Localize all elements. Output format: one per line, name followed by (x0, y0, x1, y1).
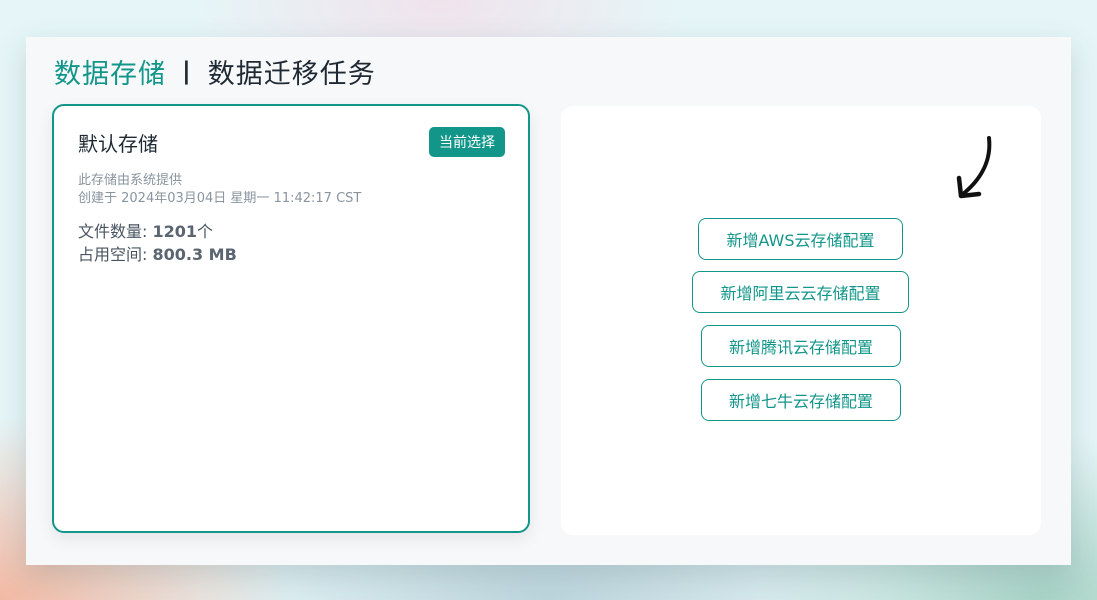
card-title: 默认存储 (78, 132, 158, 156)
add-aws-storage-button[interactable]: 新增AWS云存储配置 (698, 218, 903, 260)
add-aliyun-storage-button[interactable]: 新增阿里云云存储配置 (692, 271, 909, 313)
storage-stats: 文件数量: 1201个 占用空间: 800.3 MB (78, 220, 237, 266)
add-storage-card: 新增AWS云存储配置 新增阿里云云存储配置 新增腾讯云存储配置 新增七牛云存储配… (561, 106, 1041, 535)
arrow-down-left-icon (956, 136, 992, 199)
file-count-value: 1201 (152, 222, 198, 241)
current-selection-badge: 当前选择 (429, 127, 505, 157)
tab-data-storage[interactable]: 数据存储 (54, 52, 166, 91)
app-window: 数据存储 | 数据迁移任务 默认存储 当前选择 此存储由系统提供 创建于 202… (26, 37, 1071, 565)
add-tencent-storage-button[interactable]: 新增腾讯云存储配置 (701, 325, 901, 367)
default-storage-card[interactable]: 默认存储 当前选择 此存储由系统提供 创建于 2024年03月04日 星期一 1… (52, 104, 530, 533)
provider-note: 此存储由系统提供 (78, 173, 183, 188)
page-header: 数据存储 | 数据迁移任务 (54, 51, 376, 91)
file-count-unit: 个 (197, 222, 214, 241)
add-qiniu-storage-button[interactable]: 新增七牛云存储配置 (701, 379, 901, 421)
tab-data-migration[interactable]: 数据迁移任务 (208, 52, 376, 91)
file-count-label: 文件数量: (78, 222, 153, 241)
space-row: 占用空间: 800.3 MB (78, 243, 237, 266)
space-label: 占用空间: (78, 245, 153, 264)
title-separator: | (182, 57, 192, 85)
space-value: 800.3 MB (152, 245, 237, 264)
file-count-row: 文件数量: 1201个 (78, 220, 237, 243)
storage-meta: 此存储由系统提供 创建于 2024年03月04日 星期一 11:42:17 CS… (78, 172, 361, 208)
created-at: 创建于 2024年03月04日 星期一 11:42:17 CST (78, 191, 362, 206)
